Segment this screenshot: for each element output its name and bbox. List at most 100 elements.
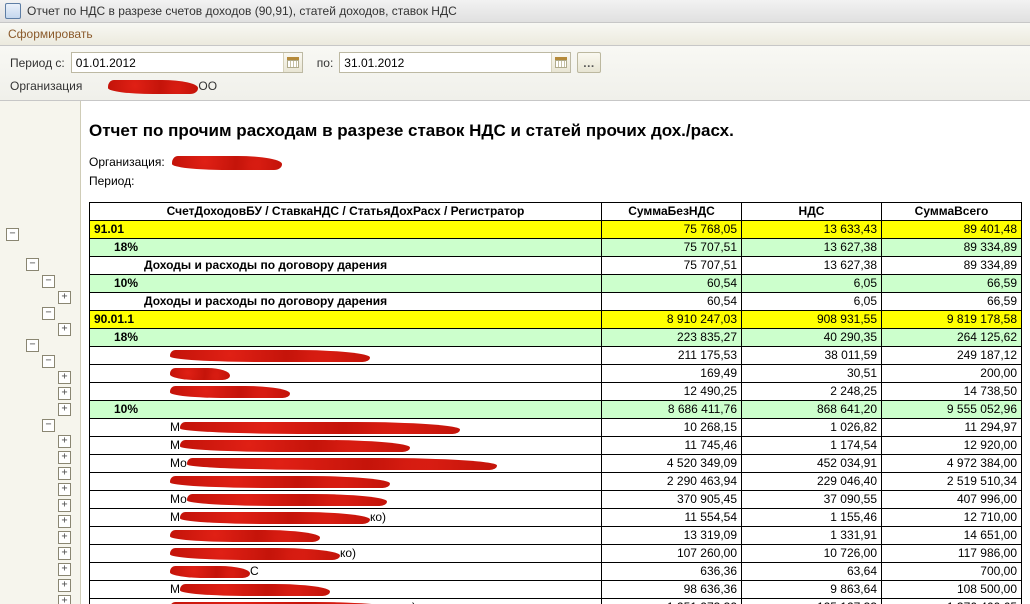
cell-value: 1 174,54 — [742, 436, 882, 454]
cell-value: 13 319,09 — [602, 526, 742, 544]
table-row[interactable]: 13 319,091 331,9114 651,00 — [90, 526, 1022, 544]
tree-toggle[interactable]: + — [58, 547, 71, 560]
cell-value: 89 401,48 — [882, 220, 1022, 238]
table-row[interactable]: ко)1 251 273,32125 127,331 376 400,65 — [90, 598, 1022, 604]
tree-toggle[interactable]: − — [42, 307, 55, 320]
col-header-vat: НДС — [742, 202, 882, 220]
row-label: Мо — [90, 490, 602, 508]
report-pane[interactable]: Отчет по прочим расходам в разрезе ставо… — [81, 101, 1030, 604]
row-label: Мко) — [90, 508, 602, 526]
table-row[interactable]: 12 490,252 248,2514 738,50 — [90, 382, 1022, 400]
tree-toggle[interactable]: − — [42, 419, 55, 432]
table-row[interactable]: 211 175,5338 011,59249 187,12 — [90, 346, 1022, 364]
cell-value: 13 627,38 — [742, 238, 882, 256]
tree-toggle[interactable]: + — [58, 563, 71, 576]
redacted-text — [170, 350, 370, 362]
table-row[interactable]: 90.01.18 910 247,03908 931,559 819 178,5… — [90, 310, 1022, 328]
table-row[interactable]: Мко)11 554,541 155,4612 710,00 — [90, 508, 1022, 526]
cell-value: 169,49 — [602, 364, 742, 382]
cell-value: 700,00 — [882, 562, 1022, 580]
cell-value: 14 651,00 — [882, 526, 1022, 544]
table-row[interactable]: 10%60,546,0566,59 — [90, 274, 1022, 292]
table-row[interactable]: 169,4930,51200,00 — [90, 364, 1022, 382]
tree-toggle[interactable]: − — [42, 275, 55, 288]
cell-value: 12 710,00 — [882, 508, 1022, 526]
redacted-text — [170, 386, 290, 398]
table-row[interactable]: ко)107 260,0010 726,00117 986,00 — [90, 544, 1022, 562]
table-row[interactable]: Доходы и расходы по договору дарения60,5… — [90, 292, 1022, 310]
redacted-text — [170, 566, 250, 578]
tree-toggle[interactable]: + — [58, 595, 71, 604]
table-row[interactable]: Мо370 905,4537 090,55407 996,00 — [90, 490, 1022, 508]
tree-toggle[interactable]: − — [26, 258, 39, 271]
tree-toggle[interactable]: + — [58, 403, 71, 416]
tree-toggle[interactable]: + — [58, 435, 71, 448]
row-label — [90, 526, 602, 544]
cell-value: 107 260,00 — [602, 544, 742, 562]
row-label — [90, 346, 602, 364]
tree-toggle[interactable]: + — [58, 467, 71, 480]
row-label: С — [90, 562, 602, 580]
period-to-field[interactable] — [339, 52, 571, 73]
tree-toggle[interactable]: − — [42, 355, 55, 368]
window-title: Отчет по НДС в разрезе счетов доходов (9… — [27, 4, 457, 18]
cell-value: 117 986,00 — [882, 544, 1022, 562]
cell-value: 125 127,33 — [742, 598, 882, 604]
table-row[interactable]: С636,3663,64700,00 — [90, 562, 1022, 580]
table-row[interactable]: М98 636,369 863,64108 500,00 — [90, 580, 1022, 598]
tree-toggle[interactable]: + — [58, 371, 71, 384]
tree-toggle[interactable]: + — [58, 323, 71, 336]
row-label: 10% — [90, 274, 602, 292]
period-to-input[interactable] — [340, 54, 551, 72]
cell-value: 200,00 — [882, 364, 1022, 382]
tree-toggle[interactable]: + — [58, 387, 71, 400]
app-window: Отчет по НДС в разрезе счетов доходов (9… — [0, 0, 1030, 604]
cell-value: 63,64 — [742, 562, 882, 580]
table-row[interactable]: 2 290 463,94229 046,402 519 510,34 — [90, 472, 1022, 490]
tree-toggle[interactable]: + — [58, 483, 71, 496]
tree-toggle[interactable]: + — [58, 579, 71, 592]
period-from-calendar-button[interactable] — [283, 53, 302, 72]
organization-label: Организация — [10, 79, 82, 93]
period-to-label: по: — [317, 56, 334, 70]
redacted-text — [170, 548, 340, 560]
table-row[interactable]: 18%75 707,5113 627,3889 334,89 — [90, 238, 1022, 256]
report-table: СчетДоходовБУ / СтавкаНДС / СтатьяДохРас… — [89, 202, 1022, 604]
row-label: 18% — [90, 328, 602, 346]
report-org-line: Организация: — [89, 155, 1022, 170]
cell-value: 75 707,51 — [602, 256, 742, 274]
tree-toggle[interactable]: + — [58, 531, 71, 544]
redacted-text — [108, 80, 198, 94]
cell-value: 11 745,46 — [602, 436, 742, 454]
tree-toggle[interactable]: − — [26, 339, 39, 352]
cell-value: 2 248,25 — [742, 382, 882, 400]
period-select-button[interactable]: … — [577, 52, 601, 73]
period-from-field[interactable] — [71, 52, 303, 73]
cell-value: 75 768,05 — [602, 220, 742, 238]
period-to-calendar-button[interactable] — [551, 53, 570, 72]
table-header-row: СчетДоходовБУ / СтавкаНДС / СтатьяДохРас… — [90, 202, 1022, 220]
table-row[interactable]: Мо4 520 349,09452 034,914 972 384,00 — [90, 454, 1022, 472]
table-row[interactable]: 10%8 686 411,76868 641,209 555 052,96 — [90, 400, 1022, 418]
table-row[interactable]: 18%223 835,2740 290,35264 125,62 — [90, 328, 1022, 346]
table-row[interactable]: М11 745,461 174,5412 920,00 — [90, 436, 1022, 454]
tree-toggle[interactable]: + — [58, 515, 71, 528]
cell-value: 30,51 — [742, 364, 882, 382]
tree-toggle[interactable]: + — [58, 499, 71, 512]
row-label: 10% — [90, 400, 602, 418]
period-from-input[interactable] — [72, 54, 283, 72]
row-label: 90.01.1 — [90, 310, 602, 328]
table-row[interactable]: 91.0175 768,0513 633,4389 401,48 — [90, 220, 1022, 238]
table-row[interactable]: Доходы и расходы по договору дарения75 7… — [90, 256, 1022, 274]
generate-button[interactable]: Сформировать — [8, 27, 93, 41]
col-header-sum-no-vat: СуммаБезНДС — [602, 202, 742, 220]
row-label — [90, 472, 602, 490]
titlebar: Отчет по НДС в разрезе счетов доходов (9… — [0, 0, 1030, 23]
cell-value: 11 554,54 — [602, 508, 742, 526]
tree-toggle[interactable]: + — [58, 291, 71, 304]
table-row[interactable]: М10 268,151 026,8211 294,97 — [90, 418, 1022, 436]
toolbar: Сформировать — [0, 23, 1030, 46]
tree-toggle[interactable]: − — [6, 228, 19, 241]
tree-toggle[interactable]: + — [58, 451, 71, 464]
cell-value: 98 636,36 — [602, 580, 742, 598]
